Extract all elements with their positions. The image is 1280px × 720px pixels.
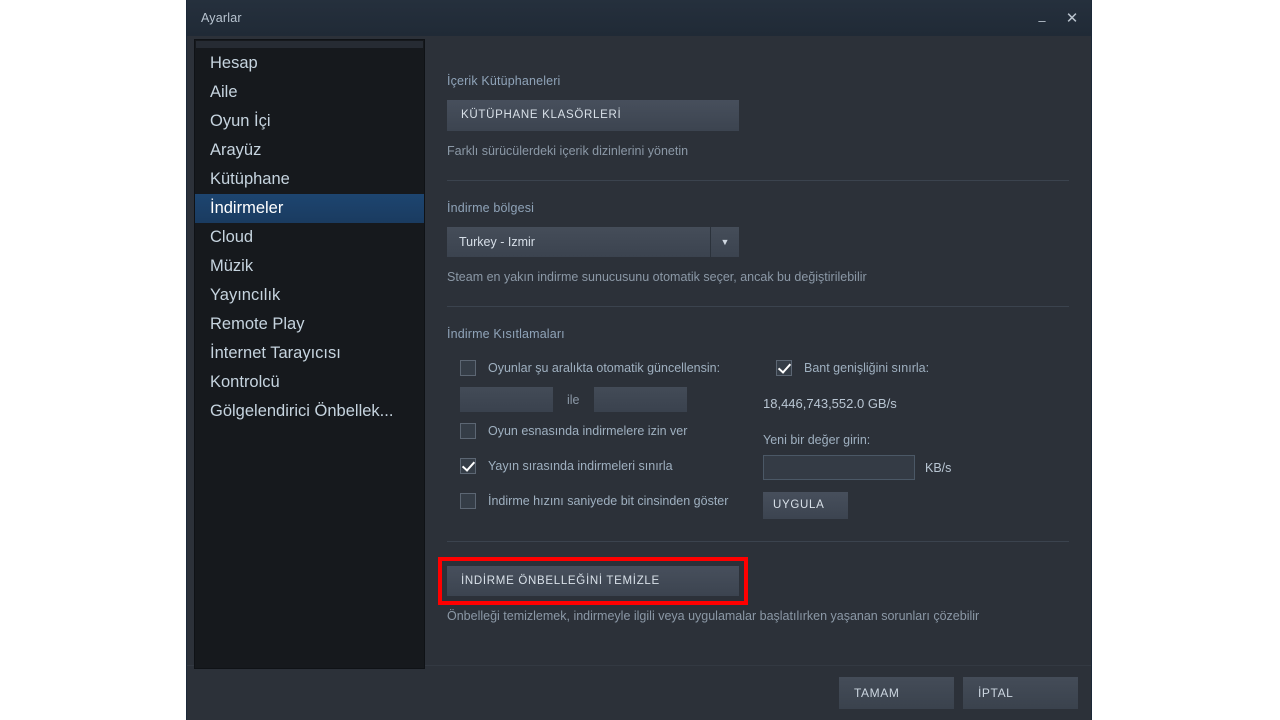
throttle-while-streaming-label: Yayın sırasında indirmeleri sınırla (488, 459, 673, 473)
sidebar-item-remote-play[interactable]: Remote Play (195, 310, 424, 339)
sidebar-item-kontrolcu[interactable]: Kontrolcü (195, 368, 424, 397)
auto-update-time-range: ile (460, 387, 759, 412)
content-libraries-label: İçerik Kütüphaneleri (447, 74, 561, 88)
sidebar-item-golgelendirici-onbellek[interactable]: Gölgelendirici Önbellek... (195, 397, 424, 426)
download-region-value: Turkey - Izmir (459, 235, 535, 249)
sidebar-item-kutuphane[interactable]: Kütüphane (195, 165, 424, 194)
limit-bandwidth-row[interactable]: Bant genişliğini sınırla: (763, 353, 1069, 383)
divider-3 (447, 541, 1069, 542)
chevron-down-icon: ▼ (710, 227, 739, 257)
display-rate-in-bits-label: İndirme hızını saniyede bit cinsinden gö… (488, 494, 729, 508)
downloads-settings-panel: İçerik Kütüphaneleri KÜTÜPHANE KLASÖRLER… (425, 36, 1091, 665)
bandwidth-entry-row: KB/s (763, 455, 1069, 480)
settings-dialog: Ayarlar – ✕ Hesap Aile Oyun İçi Arayüz K… (186, 0, 1092, 720)
clear-download-cache-button[interactable]: İNDİRME ÖNBELLEĞİNİ TEMİZLE (447, 566, 739, 596)
sidebar-item-cloud[interactable]: Cloud (195, 223, 424, 252)
cancel-button[interactable]: İPTAL (963, 677, 1078, 709)
divider-2 (447, 306, 1069, 307)
sidebar-item-oyun-ici[interactable]: Oyun İçi (195, 107, 424, 136)
auto-update-start-input[interactable] (460, 387, 553, 412)
download-region-hint: Steam en yakın indirme sunucusunu otomat… (447, 270, 867, 284)
download-region-select[interactable]: Turkey - Izmir ▼ (447, 227, 739, 257)
sidebar-item-indirmeler[interactable]: İndirmeler (195, 194, 424, 223)
content-libraries-hint: Farklı sürücülerdeki içerik dizinlerini … (447, 144, 689, 158)
title-bar: Ayarlar – ✕ (187, 0, 1091, 36)
window-title: Ayarlar (201, 11, 242, 25)
minimize-icon[interactable]: – (1033, 5, 1051, 31)
download-restrictions-group: Oyunlar şu aralıkta otomatik güncellensi… (447, 353, 1069, 519)
restrictions-left-column: Oyunlar şu aralıkta otomatik güncellensi… (447, 353, 759, 519)
settings-sidebar: Hesap Aile Oyun İçi Arayüz Kütüphane İnd… (194, 39, 425, 669)
sidebar-item-hesap[interactable]: Hesap (195, 49, 424, 78)
sidebar-item-internet-tarayicisi[interactable]: İnternet Tarayıcısı (195, 339, 424, 368)
sidebar-top-strip (196, 41, 423, 48)
clear-cache-hint: Önbelleği temizlemek, indirmeyle ilgili … (447, 609, 980, 623)
display-rate-in-bits-checkbox[interactable] (460, 493, 476, 509)
bandwidth-new-value-label: Yeni bir değer girin: (763, 433, 871, 447)
allow-downloads-during-gameplay-row[interactable]: Oyun esnasında indirmelere izin ver (447, 416, 759, 446)
ok-button[interactable]: TAMAM (839, 677, 954, 709)
library-folders-button[interactable]: KÜTÜPHANE KLASÖRLERİ (447, 100, 739, 131)
allow-downloads-during-gameplay-label: Oyun esnasında indirmelere izin ver (488, 424, 688, 438)
limit-bandwidth-label: Bant genişliğini sınırla: (804, 361, 930, 375)
throttle-while-streaming-checkbox[interactable] (460, 458, 476, 474)
bandwidth-unit-label: KB/s (925, 460, 952, 475)
window-controls: – ✕ (1033, 0, 1081, 36)
auto-update-range-separator: ile (567, 392, 580, 407)
sidebar-item-arayuz[interactable]: Arayüz (195, 136, 424, 165)
auto-update-end-input[interactable] (593, 387, 687, 412)
sidebar-item-muzik[interactable]: Müzik (195, 252, 424, 281)
apply-bandwidth-button[interactable]: UYGULA (763, 492, 848, 519)
divider-1 (447, 180, 1069, 181)
display-rate-in-bits-row[interactable]: İndirme hızını saniyede bit cinsinden gö… (447, 486, 759, 516)
allow-downloads-during-gameplay-checkbox[interactable] (460, 423, 476, 439)
throttle-while-streaming-row[interactable]: Yayın sırasında indirmeleri sınırla (447, 451, 759, 481)
auto-update-schedule-row[interactable]: Oyunlar şu aralıkta otomatik güncellensi… (447, 353, 759, 383)
restrictions-right-column: Bant genişliğini sınırla: 18,446,743,552… (759, 353, 1069, 519)
download-region-label: İndirme bölgesi (447, 201, 535, 215)
sidebar-item-yayincilik[interactable]: Yayıncılık (195, 281, 424, 310)
close-icon[interactable]: ✕ (1063, 7, 1081, 29)
limit-bandwidth-checkbox[interactable] (776, 360, 792, 376)
bandwidth-value-input[interactable] (763, 455, 915, 480)
auto-update-schedule-checkbox[interactable] (460, 360, 476, 376)
download-restrictions-label: İndirme Kısıtlamaları (447, 327, 565, 341)
dialog-footer: TAMAM İPTAL (187, 665, 1091, 720)
bandwidth-current-value: 18,446,743,552.0 GB/s (763, 396, 897, 411)
sidebar-item-aile[interactable]: Aile (195, 78, 424, 107)
dialog-body: Hesap Aile Oyun İçi Arayüz Kütüphane İnd… (187, 36, 1091, 669)
clear-cache-section: İNDİRME ÖNBELLEĞİNİ TEMİZLE (438, 557, 748, 605)
auto-update-schedule-label: Oyunlar şu aralıkta otomatik güncellensi… (488, 361, 721, 375)
